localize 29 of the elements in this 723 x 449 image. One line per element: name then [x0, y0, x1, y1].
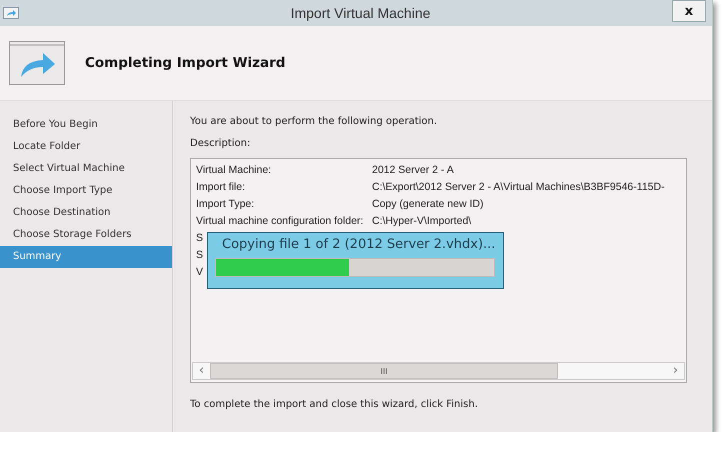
field-label: Virtual machine configuration folder: — [196, 214, 364, 229]
intro-text: You are about to perform the following operation. — [190, 116, 438, 127]
field-label: V — [196, 265, 204, 280]
field-value: 2012 Server 2 - A — [372, 163, 454, 178]
field-value: Copy (generate new ID) — [372, 197, 484, 212]
field-label: Import file: — [196, 180, 246, 195]
footer-text: To complete the import and close this wizard, click Finish. — [190, 399, 478, 410]
sidebar-item[interactable]: Choose Storage Folders — [0, 224, 172, 246]
sidebar-item[interactable]: Select Virtual Machine — [0, 158, 172, 180]
field-value: C:\Export\2012 Server 2 - A\Virtual Machines\B3BF9546-115D- — [372, 180, 665, 195]
scroll-thumb[interactable]: III — [210, 363, 558, 379]
field-label: S — [196, 248, 204, 263]
scroll-right-button[interactable]: › — [667, 363, 684, 379]
scroll-left-button[interactable]: ‹ — [193, 363, 210, 379]
field-label: Virtual Machine: — [196, 163, 272, 178]
sidebar-item[interactable]: Choose Import Type — [0, 180, 172, 202]
progress-text: Copying file 1 of 2 (2012 Server 2.vhdx)... — [222, 237, 495, 252]
window-icon — [3, 7, 19, 19]
field-label: Import Type: — [196, 197, 254, 212]
close-button[interactable]: x — [672, 0, 706, 22]
sidebar-item[interactable]: Locate Folder — [0, 136, 172, 158]
sidebar-item[interactable]: Choose Destination — [0, 202, 172, 224]
field-value: C:\Hyper-V\Imported\ — [372, 214, 472, 229]
field-label: S — [196, 231, 204, 246]
window-title: Import Virtual Machine — [290, 5, 432, 21]
sidebar-item[interactable]: Before You Begin — [0, 114, 172, 136]
page-heading: Completing Import Wizard — [85, 55, 286, 71]
description-label: Description: — [190, 138, 250, 149]
horizontal-scrollbar[interactable]: ‹ III › — [192, 362, 685, 380]
